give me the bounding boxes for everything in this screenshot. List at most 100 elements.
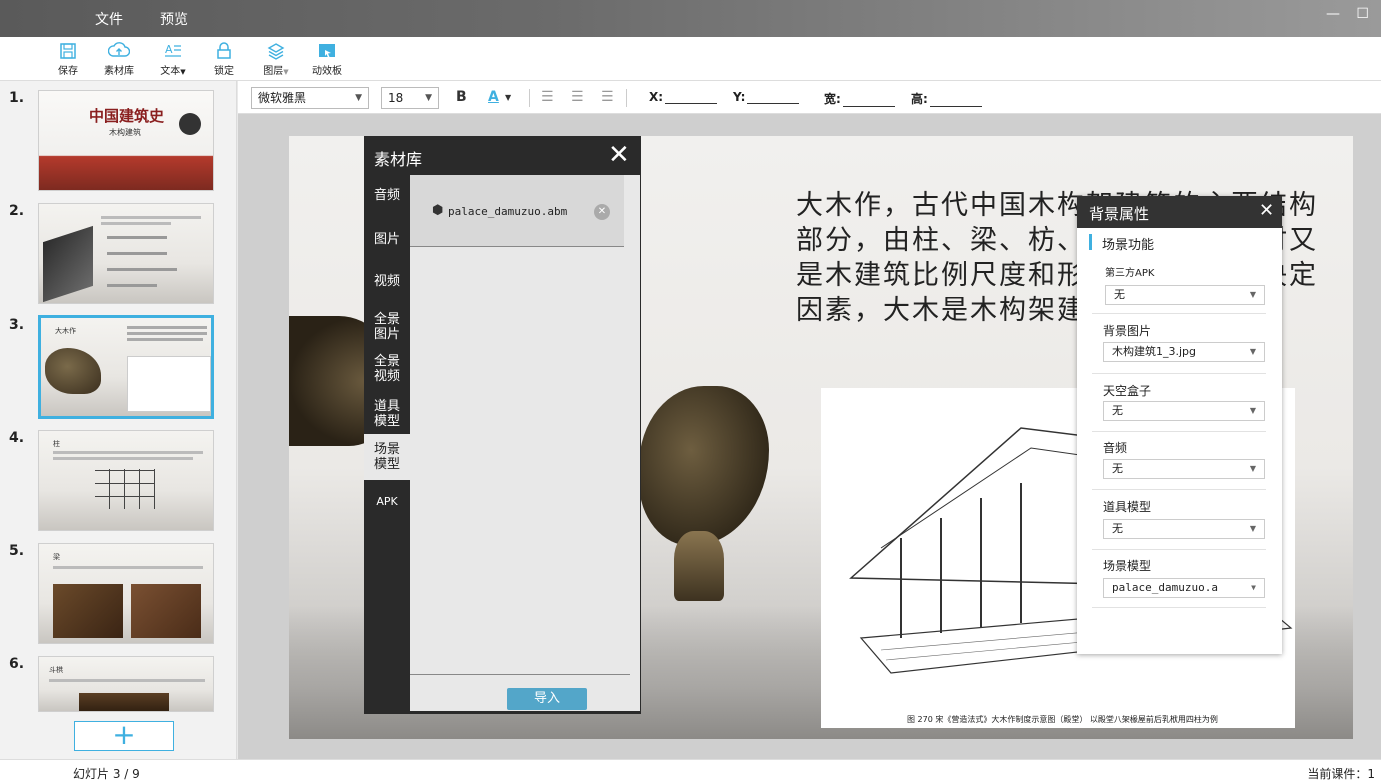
dragon-sculpture-image <box>639 386 769 546</box>
tab-panorama-video[interactable]: 全景视频 <box>364 354 410 384</box>
x-label: X: <box>649 90 664 104</box>
slide-thumb-3[interactable]: 大木作 <box>38 315 214 419</box>
tab-images[interactable]: 图片 <box>364 232 410 247</box>
animation-button[interactable]: 动效板 <box>302 41 352 77</box>
menu-file[interactable]: 文件 <box>95 9 123 29</box>
skybox-select[interactable]: 无 ▼ <box>1103 401 1265 421</box>
close-icon[interactable]: ✕ <box>1259 200 1274 221</box>
slide-thumb-2[interactable] <box>38 203 214 304</box>
slide-thumb-1[interactable]: 中国建筑史 木构建筑 <box>38 90 214 191</box>
chevron-down-icon[interactable]: ▼ <box>505 93 511 102</box>
text-line <box>127 332 207 335</box>
height-label: 高: <box>911 92 928 106</box>
tab-video[interactable]: 视频 <box>364 274 410 289</box>
tab-audio[interactable]: 音频 <box>364 188 410 203</box>
tab-panorama-image[interactable]: 全景图片 <box>364 312 410 342</box>
slide-panel[interactable]: 1. 中国建筑史 木构建筑 2. 3. 大木作 4. 柱 5. 梁 6. 斗栱 <box>0 81 237 759</box>
x-field[interactable]: X: <box>649 90 718 104</box>
section-marker <box>1089 234 1092 250</box>
tab-apk[interactable]: APK <box>364 494 410 509</box>
audio-select[interactable]: 无 ▼ <box>1103 459 1265 479</box>
font-size-select[interactable]: 18 ▼ <box>381 87 439 109</box>
text-line <box>53 566 203 569</box>
import-button[interactable]: 导入 <box>507 688 587 710</box>
bold-button[interactable]: B <box>456 89 467 105</box>
slide-thumb-6[interactable]: 斗栱 <box>38 656 214 712</box>
slide-thumb-4[interactable]: 柱 <box>38 430 214 531</box>
beam-photo <box>53 584 123 638</box>
bg-props-title: 背景属性 <box>1089 205 1150 223</box>
text-line <box>101 222 171 225</box>
layers-button[interactable]: 图层▼ <box>251 41 301 77</box>
align-left-icon[interactable]: ☰ <box>541 89 554 105</box>
audio-value: 无 <box>1112 462 1123 475</box>
chevron-down-icon: ▼ <box>180 68 186 76</box>
slide-number: 4. <box>9 430 25 446</box>
align-center-icon[interactable]: ☰ <box>571 89 584 105</box>
height-field[interactable]: 高: <box>911 90 982 107</box>
skybox-value: 无 <box>1112 404 1123 417</box>
slide-thumb-5[interactable]: 梁 <box>38 543 214 644</box>
bullet-line <box>107 284 157 287</box>
current-courseware: 当前课件：1 <box>1307 767 1375 781</box>
slide-number: 6. <box>9 656 25 672</box>
roof-image <box>43 225 93 303</box>
window-controls[interactable]: — ☐ <box>1326 6 1375 22</box>
slide-thumb-title: 大木作 <box>55 327 76 335</box>
close-icon[interactable]: ✕ <box>608 140 630 170</box>
lock-label: 锁定 <box>214 66 234 77</box>
lock-icon <box>217 42 231 59</box>
title-bar: 文件 预览 — ☐ <box>0 0 1381 37</box>
remove-asset-icon[interactable]: ✕ <box>594 204 610 220</box>
skybox-label: 天空盒子 <box>1103 384 1152 398</box>
slide-number: 2. <box>9 203 25 219</box>
width-field[interactable]: 宽: <box>824 90 895 107</box>
scene-model-value: palace_damuzuo.a <box>1112 581 1218 594</box>
slide-thumb-subtitle: 木构建筑 <box>109 128 141 137</box>
bullet-line <box>107 252 167 255</box>
section-title: 场景功能 <box>1102 238 1155 253</box>
background-properties-panel[interactable]: 背景属性 ✕ 场景功能 第三方APK 无 ▼ 背景图片 木构建筑1_3.jpg ▼ … <box>1077 196 1282 654</box>
assets-button[interactable]: 素材库 <box>94 41 144 77</box>
divider <box>626 89 627 107</box>
apk-value: 无 <box>1114 288 1125 301</box>
bullet-line <box>107 236 167 239</box>
save-button[interactable]: 保存 <box>43 41 93 77</box>
align-right-icon[interactable]: ☰ <box>601 89 614 105</box>
asset-item[interactable]: ⬢ palace_damuzuo.abm ✕ <box>410 175 624 247</box>
bg-props-header: 背景属性 ✕ <box>1077 196 1282 228</box>
scene-model-select[interactable]: palace_damuzuo.a ▼ <box>1103 578 1265 598</box>
chevron-down-icon: ▼ <box>1249 290 1256 299</box>
font-size-value: 18 <box>388 91 404 105</box>
asset-library-dialog[interactable]: 素材库 ✕ 音频 图片 视频 全景图片 全景视频 道具模型 场景模型 APK ⬢… <box>364 136 641 714</box>
font-family-select[interactable]: 微软雅黑 ▼ <box>251 87 369 109</box>
save-label: 保存 <box>58 66 78 77</box>
tab-scene-model[interactable]: 场景模型 <box>364 434 410 480</box>
prop-model-value: 无 <box>1112 522 1123 535</box>
bg-image-select[interactable]: 木构建筑1_3.jpg ▼ <box>1103 342 1265 362</box>
add-slide-button[interactable]: + <box>74 721 174 751</box>
tab-prop-model[interactable]: 道具模型 <box>364 399 410 429</box>
drawing-caption: 图 270 宋《营造法式》大木作制度示意图（殿堂） 以殿堂八架椽屋前后乳栿用四柱… <box>907 715 1218 724</box>
font-color-button[interactable]: A <box>488 89 499 105</box>
drawing-image <box>127 356 211 412</box>
text-line <box>127 326 207 329</box>
apk-select[interactable]: 无 ▼ <box>1105 285 1265 305</box>
dragon-image <box>45 348 101 394</box>
y-field[interactable]: Y: <box>733 90 800 104</box>
chevron-down-icon: ▼ <box>1249 464 1256 473</box>
divider <box>529 89 530 107</box>
text-line <box>53 451 203 454</box>
format-bar: 微软雅黑 ▼ 18 ▼ B A ▼ ☰ ☰ ☰ X: Y: 宽: 高: <box>238 81 1381 114</box>
prop-model-label: 道具模型 <box>1103 500 1152 514</box>
prop-model-select[interactable]: 无 ▼ <box>1103 519 1265 539</box>
text-line <box>53 457 193 460</box>
svg-text:A: A <box>165 43 173 56</box>
layers-icon <box>267 43 285 60</box>
lock-button[interactable]: 锁定 <box>199 41 249 77</box>
menu-preview[interactable]: 预览 <box>160 9 188 29</box>
chevron-down-icon: ▼ <box>1251 583 1256 592</box>
asset-filename: palace_damuzuo.abm <box>448 205 568 218</box>
text-button[interactable]: A 文本▼ <box>148 41 198 77</box>
chevron-down-icon: ▼ <box>1249 347 1256 356</box>
